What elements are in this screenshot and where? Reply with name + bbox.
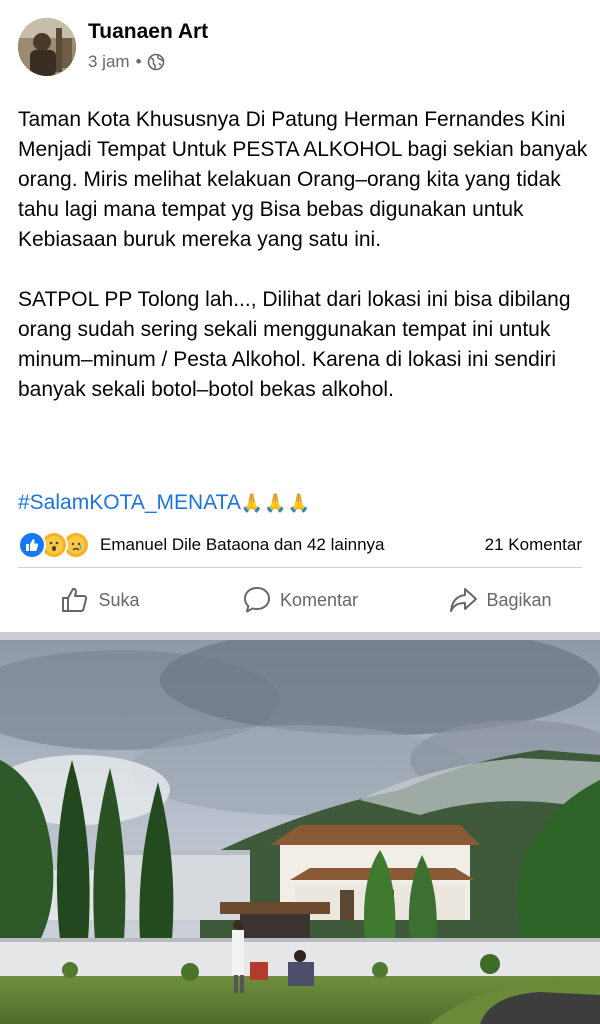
- post-meta: 3 jam •: [88, 52, 165, 72]
- post-paragraph-1: Taman Kota Khususnya Di Patung Herman Fe…: [18, 108, 588, 251]
- author-name[interactable]: Tuanaen Art: [88, 20, 208, 44]
- meta-separator: •: [135, 52, 142, 71]
- like-label: Suka: [98, 589, 140, 610]
- like-button[interactable]: Suka: [0, 568, 200, 632]
- share-icon: [450, 588, 478, 612]
- pray-emoji: 🙏🙏🙏: [240, 493, 312, 513]
- post-time[interactable]: 3 jam: [88, 52, 130, 72]
- section-separator: [0, 632, 600, 640]
- comment-button[interactable]: Komentar: [200, 568, 400, 632]
- globe-icon: [147, 53, 165, 71]
- thumbs-up-icon: [62, 587, 88, 612]
- avatar[interactable]: [18, 18, 76, 76]
- action-bar: Suka Komentar Bagikan: [0, 568, 600, 632]
- post-text: Taman Kota Khususnya Di Patung Herman Fe…: [18, 105, 588, 405]
- reactions-summary: Emanuel Dile Bataona dan 42 lainnya 21 K…: [18, 530, 582, 560]
- hashtag-line: #SalamKOTA_MENATA🙏🙏🙏: [18, 488, 311, 518]
- like-icon: [18, 531, 46, 559]
- comment-count[interactable]: 21 Komentar: [485, 535, 582, 555]
- share-button[interactable]: Bagikan: [400, 568, 600, 632]
- post-header: Tuanaen Art 3 jam •: [0, 0, 600, 90]
- hashtag-link[interactable]: #SalamKOTA_MENATA: [18, 491, 241, 514]
- share-label: Bagikan: [486, 589, 552, 610]
- reaction-names[interactable]: Emanuel Dile Bataona dan 42 lainnya: [100, 535, 384, 555]
- post-photo[interactable]: [0, 640, 600, 1024]
- reaction-icons[interactable]: [18, 531, 90, 559]
- comment-label: Komentar: [279, 589, 359, 610]
- comment-icon: [243, 587, 270, 613]
- post-paragraph-2: SATPOL PP Tolong lah..., Dilihat dari lo…: [18, 288, 571, 401]
